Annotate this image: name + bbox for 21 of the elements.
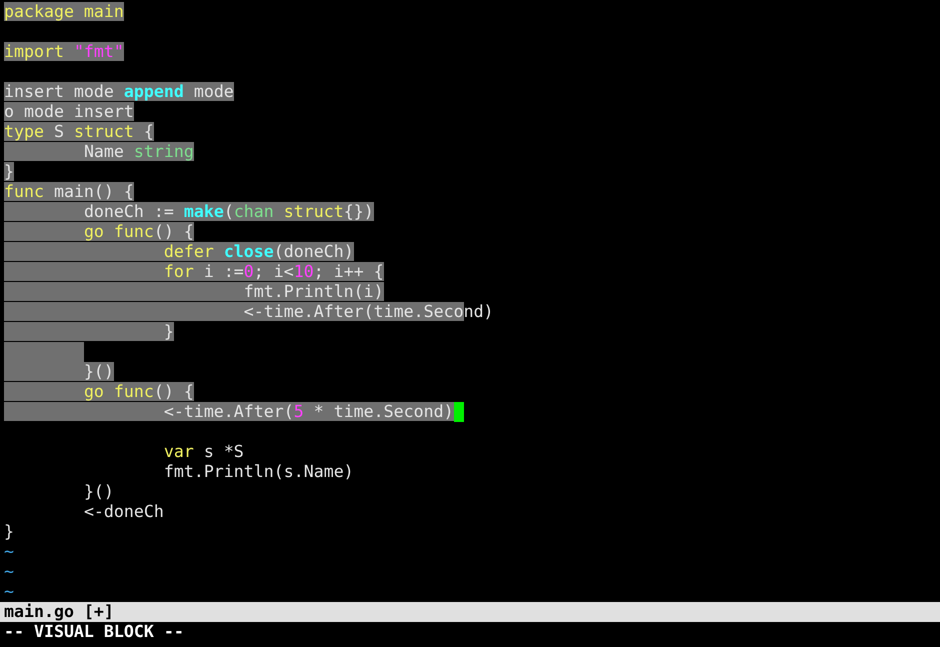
code-line: go func() { <box>4 382 194 402</box>
empty-line-marker: ~ <box>4 582 14 602</box>
code-line: import "fmt" <box>4 42 124 62</box>
code-line: <-doneCh <box>82 502 164 522</box>
empty-line-marker: ~ <box>4 542 14 562</box>
code-line: var s *S <box>162 442 244 462</box>
code-line: fmt.Println(s.Name) <box>162 462 354 482</box>
code-line: Name string <box>4 142 194 162</box>
empty-line-marker: ~ <box>4 562 14 582</box>
code-line: func main() { <box>4 182 134 202</box>
code-line: <-time.After(5 * time.Second) <box>4 402 464 422</box>
code-line: } <box>4 522 14 542</box>
code-line: }() <box>82 482 114 502</box>
mode-indicator: -- VISUAL BLOCK -- <box>4 622 184 642</box>
code-line: insert mode append mode <box>4 82 234 102</box>
file-name: main.go [+] <box>4 602 114 622</box>
code-line: defer close(doneCh) <box>4 242 354 262</box>
code-line: type S struct { <box>4 122 154 142</box>
code-line: doneCh := make(chan struct{}) <box>4 202 374 222</box>
code-line: for i :=0; i<10; i++ { <box>4 262 384 282</box>
code-line: go func() { <box>4 222 194 242</box>
